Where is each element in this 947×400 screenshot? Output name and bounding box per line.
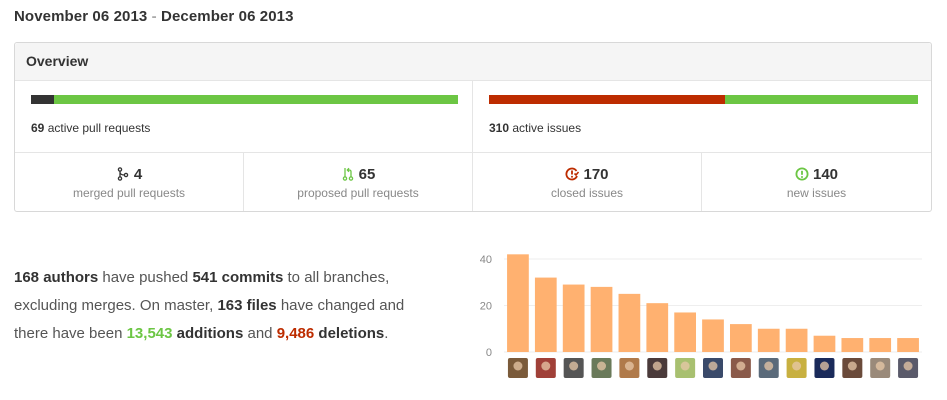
merged-pr-segment (31, 95, 55, 104)
avatar-face (680, 361, 690, 371)
merged-pr-icon (117, 167, 129, 181)
date-range-end: December 06 2013 (161, 8, 294, 25)
proposed-pr-count: 65 (358, 165, 376, 183)
new-issue-icon (795, 167, 809, 181)
avatar-face (764, 361, 774, 371)
avatar-face (903, 361, 913, 371)
avatar-face (569, 361, 579, 371)
contributor-bar[interactable] (897, 338, 919, 352)
contributor-bar[interactable] (590, 286, 613, 352)
date-range-start: November 06 2013 (14, 8, 148, 25)
commit-summary: 168 authors have pushed 541 commits to a… (14, 264, 434, 348)
contributor-bar[interactable] (729, 324, 752, 352)
contributor-bar[interactable] (562, 284, 585, 352)
active-pull-requests-label: 69 active pull requests (31, 121, 150, 135)
commits-count[interactable]: 541 commits (192, 269, 283, 286)
contributor-bar[interactable] (841, 338, 864, 352)
open-issues-segment (724, 95, 918, 104)
stats-row: 4 merged pull requests 65 proposed pull … (15, 153, 931, 211)
contributor-bar[interactable] (674, 312, 697, 352)
avatar-face (819, 361, 829, 371)
closed-issues-label: closed issues (550, 186, 624, 200)
contributors-bar-chart: 0 20 40 (480, 254, 922, 378)
active-pull-requests-count: 69 (31, 121, 45, 135)
additions-count: 13,543 (126, 325, 173, 342)
contributor-bar[interactable] (618, 293, 641, 352)
new-issues-count: 140 (812, 165, 839, 183)
avatar-face (847, 361, 857, 371)
additions-word: additions (172, 325, 244, 342)
y-tick-label: 20 (480, 300, 492, 312)
pull-requests-bar (31, 95, 458, 104)
issues-bar (489, 95, 918, 104)
contributors-chart: 0 20 40 (470, 244, 930, 384)
closed-issues-segment (489, 95, 725, 104)
active-pull-requests-text: active pull requests (47, 121, 151, 135)
avatar-face (652, 361, 662, 371)
overview-panel: Overview 69 active pull requests 310 act… (14, 42, 932, 212)
date-range: November 06 2013 - December 06 2013 (14, 8, 294, 25)
issues-summary[interactable]: 310 active issues (473, 81, 931, 152)
avatar-face (541, 361, 551, 371)
activity-bars: 69 active pull requests 310 active issue… (15, 81, 931, 153)
contributor-bar[interactable] (702, 319, 724, 352)
merged-pr-label: merged pull requests (72, 186, 186, 200)
y-tick-label: 40 (480, 254, 492, 266)
open-pr-segment (54, 95, 458, 104)
avatar-face (708, 361, 718, 371)
contributor-bar[interactable] (785, 328, 808, 352)
authors-count[interactable]: 168 authors (14, 269, 98, 286)
stat-new-issues[interactable]: 140 new issues (702, 153, 931, 211)
contributor-bar[interactable] (757, 328, 780, 352)
active-issues-text: active issues (512, 121, 582, 135)
contributor-bar[interactable] (813, 335, 836, 352)
files-count[interactable]: 163 files (217, 297, 276, 314)
closed-issue-icon (565, 167, 580, 181)
contributor-bar[interactable] (869, 338, 892, 352)
contributor-bar[interactable] (507, 254, 529, 352)
deletions-word: deletions (314, 325, 385, 342)
avatar-face (792, 361, 802, 371)
avatar-face (736, 361, 746, 371)
contributor-bar[interactable] (646, 303, 669, 352)
avatar-face (875, 361, 885, 371)
proposed-pr-icon (342, 167, 353, 181)
pull-requests-summary[interactable]: 69 active pull requests (15, 81, 473, 152)
contributor-bar[interactable] (534, 277, 557, 352)
stat-merged-pull-requests[interactable]: 4 merged pull requests (15, 153, 244, 211)
closed-issues-count: 170 (583, 165, 609, 183)
stat-closed-issues[interactable]: 170 closed issues (473, 153, 702, 211)
date-range-separator: - (151, 8, 157, 25)
avatar-face (624, 361, 634, 371)
new-issues-label: new issues (786, 186, 847, 200)
proposed-pr-label: proposed pull requests (297, 186, 419, 200)
stat-proposed-pull-requests[interactable]: 65 proposed pull requests (244, 153, 473, 211)
active-issues-count: 310 (489, 121, 510, 135)
deletions-count: 9,486 (276, 325, 315, 342)
merged-pr-count: 4 (133, 165, 143, 183)
overview-title: Overview (15, 43, 931, 81)
y-tick-label: 0 (486, 347, 492, 359)
summary-text-5: . (384, 325, 389, 342)
summary-text-1: have pushed (98, 269, 193, 286)
avatar-face (597, 361, 607, 371)
active-issues-label: 310 active issues (489, 121, 581, 135)
summary-text-4: and (243, 325, 277, 342)
avatar-face (513, 361, 523, 371)
